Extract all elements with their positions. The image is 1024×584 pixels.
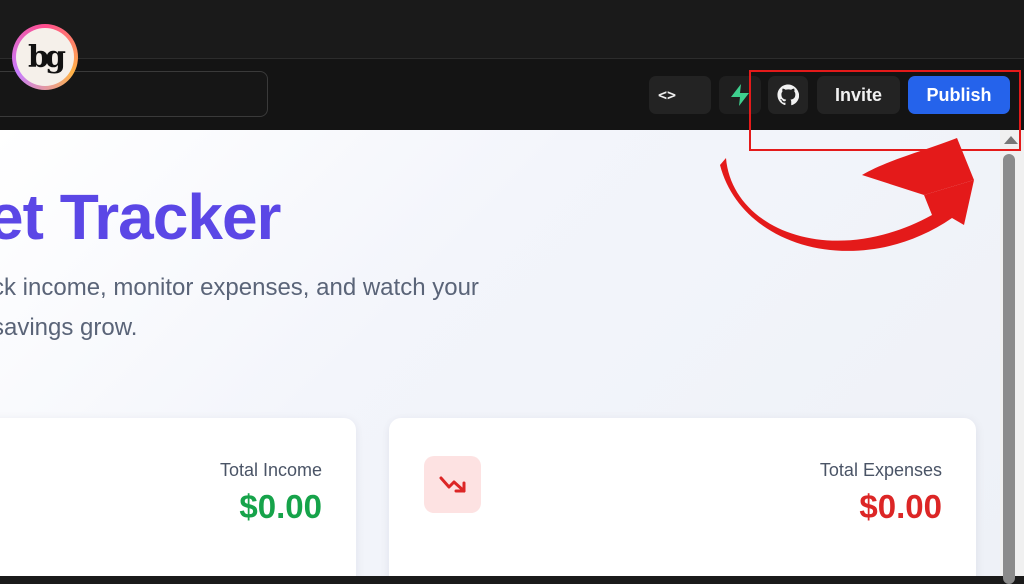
total-income-card: Total Income $0.00: [0, 418, 356, 576]
supabase-bolt-icon: [731, 84, 749, 106]
scrollbar-thumb[interactable]: [1003, 154, 1015, 584]
logo-text: bg: [16, 28, 74, 86]
total-income-value: $0.00: [239, 488, 322, 525]
total-income-label: Total Income: [219, 460, 322, 480]
trending-down-icon: [424, 456, 481, 513]
page-title: et Tracker: [0, 181, 281, 253]
total-expenses-value: $0.00: [859, 488, 942, 525]
annotation-arrow-icon: [720, 138, 974, 251]
code-icon: <>: [658, 86, 677, 104]
total-expenses-label: Total Expenses: [819, 460, 942, 480]
total-expenses-card: Total Expenses $0.00: [389, 418, 976, 576]
code-view-button[interactable]: <>: [649, 76, 711, 114]
vertical-scrollbar[interactable]: [1000, 130, 1024, 584]
browser-top-strip: [0, 0, 1024, 58]
channel-logo: bg: [12, 24, 78, 90]
page-subtitle: ck income, monitor expenses, and watch y…: [0, 274, 479, 341]
